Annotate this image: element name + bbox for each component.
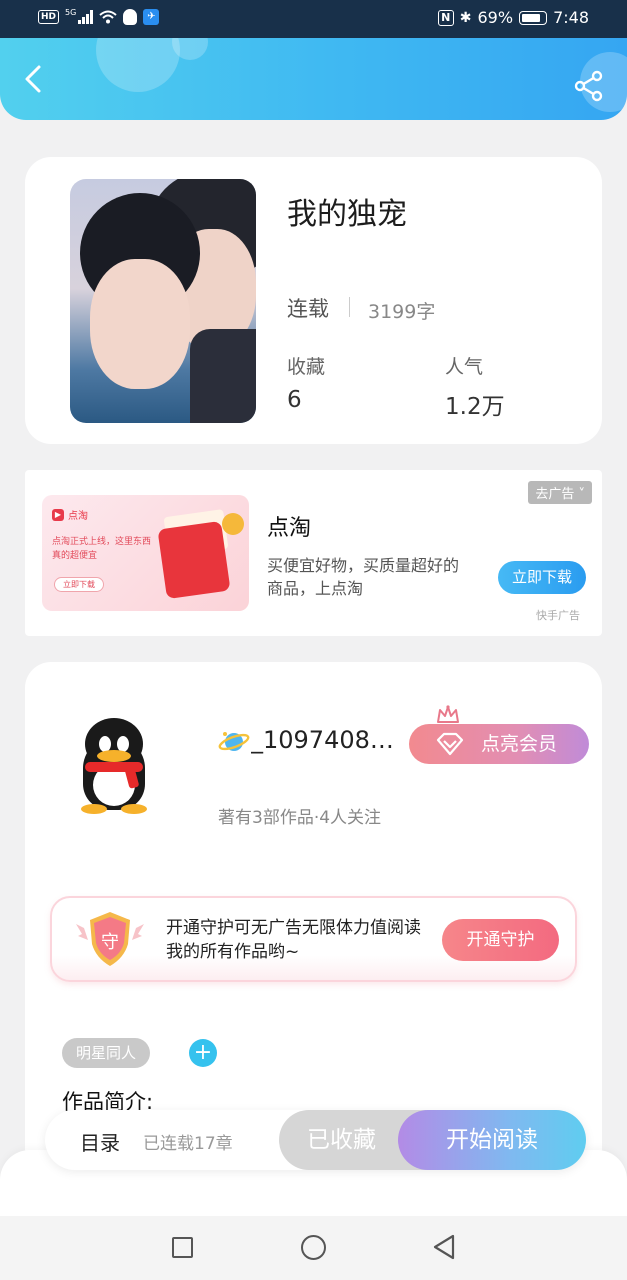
ad-image-button: 立即下载 — [54, 577, 104, 592]
ad-image[interactable]: ▶ 点淘 点淘正式上线，这里东西真的超便宜 立即下载 — [42, 495, 249, 611]
author-name[interactable]: _1097408… — [251, 726, 403, 754]
planet-badge-icon — [218, 732, 250, 751]
ad-description: 买便宜好物，买质量超好的商品，上点淘 — [267, 556, 460, 598]
action-bar: 目录 已连载17章 已收藏 开始阅读 — [45, 1110, 586, 1170]
ad-brand-logo: ▶ 点淘 — [52, 507, 88, 522]
status-bar: HD 5G ✈ N ✱ 69% 7:48 — [0, 0, 627, 38]
ad-download-button[interactable]: 立即下载 — [498, 561, 586, 594]
network-type: 5G — [65, 7, 77, 17]
author-meta: 著有3部作品·4人关注 — [218, 808, 382, 828]
cover-figure — [190, 329, 256, 423]
start-reading-button[interactable]: 开始阅读 — [398, 1110, 586, 1170]
ad-brand-text: 点淘 — [68, 511, 88, 522]
favorites-label: 收藏 — [287, 356, 326, 378]
guard-text: 开通守护可无广告无限体力值阅读我的所有作品哟~ — [166, 918, 421, 962]
penguin-foot — [121, 804, 147, 814]
share-icon[interactable] — [573, 70, 605, 102]
add-tag-button[interactable]: + — [189, 1039, 217, 1067]
status-left: HD 5G ✈ — [38, 7, 160, 25]
recent-apps-icon[interactable] — [172, 1237, 193, 1258]
popularity-label: 人气 — [445, 356, 484, 378]
divider — [349, 297, 350, 317]
status-right: N ✱ 69% 7:48 — [437, 8, 589, 27]
penguin-foot — [81, 804, 107, 814]
book-cover-image[interactable] — [70, 179, 256, 423]
signal-icon — [78, 10, 94, 24]
author-avatar[interactable] — [75, 718, 153, 814]
remove-ad-button[interactable]: 去广告 ˅ — [528, 481, 592, 504]
ad-title: 点淘 — [267, 516, 312, 541]
diamond-icon — [436, 732, 464, 756]
book-title: 我的独宠 — [287, 197, 407, 232]
wifi-icon — [99, 10, 117, 24]
collected-label: 已收藏 — [307, 1127, 376, 1153]
decor-bubble — [96, 38, 180, 92]
ad-logo-icon: ▶ — [52, 508, 64, 521]
back-triangle-icon[interactable] — [431, 1233, 457, 1261]
penguin-beak — [97, 750, 131, 762]
book-info-card: 我的独宠 连载 3199字 收藏 6 人气 1.2万 — [25, 157, 602, 444]
home-icon[interactable] — [301, 1235, 326, 1260]
nfc-icon: N — [437, 9, 454, 26]
battery-icon — [519, 10, 548, 25]
favorites-count: 6 — [287, 387, 302, 413]
clock: 7:48 — [553, 8, 589, 27]
guard-banner[interactable]: 守 开通守护可无广告无限体力值阅读我的所有作品哟~ 开通守护 — [50, 896, 577, 982]
guard-button[interactable]: 开通守护 — [442, 919, 559, 961]
header-bar — [0, 38, 627, 120]
bluetooth-icon: ✱ — [459, 9, 472, 26]
red-envelope-graphic — [157, 520, 231, 600]
chevron-left-icon[interactable] — [20, 64, 50, 94]
ad-image-text: 点淘正式上线，这里东西真的超便宜 — [52, 537, 152, 561]
vip-label: 点亮会员 — [481, 733, 558, 755]
cover-figure — [90, 259, 190, 389]
serial-status: 连载 — [287, 297, 329, 321]
hd-badge: HD — [38, 10, 60, 24]
battery-percent: 69% — [477, 8, 514, 27]
remove-ad-label: 去广告 — [535, 487, 575, 502]
qq-notification-icon — [123, 9, 138, 25]
gold-coin-graphic — [222, 513, 244, 535]
chapter-count[interactable]: 已连载17章 — [143, 1129, 233, 1154]
ad-source: 快手广告 — [536, 609, 580, 622]
toc-button[interactable]: 目录 — [80, 1127, 120, 1156]
genre-tag[interactable]: 明星同人 — [62, 1038, 151, 1068]
svg-text:守: 守 — [101, 932, 119, 953]
popularity-count: 1.2万 — [445, 394, 505, 420]
word-count: 3199字 — [368, 301, 436, 323]
shield-icon: 守 — [76, 912, 144, 966]
crown-icon — [437, 705, 459, 723]
app-notification-icon: ✈ — [143, 9, 160, 25]
system-nav-bar — [0, 1216, 627, 1280]
ad-card[interactable]: ▶ 点淘 点淘正式上线，这里东西真的超便宜 立即下载 去广告 ˅ 点淘 买便宜好… — [25, 470, 602, 636]
